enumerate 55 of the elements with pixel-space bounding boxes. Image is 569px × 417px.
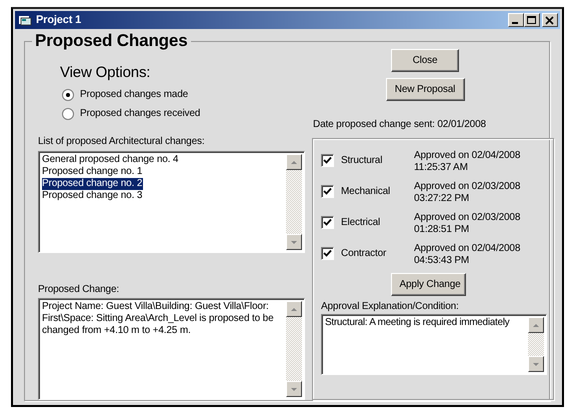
- radio-label[interactable]: Proposed changes made: [80, 88, 188, 101]
- scroll-down-button[interactable]: [286, 234, 302, 250]
- explanation-label: Approval Explanation/Condition:: [321, 301, 459, 312]
- radio-button[interactable]: [62, 108, 74, 120]
- checkbox[interactable]: [321, 185, 334, 198]
- checkbox[interactable]: [321, 216, 334, 229]
- list-item[interactable]: Proposed change no. 1: [42, 166, 144, 178]
- radio-button[interactable]: [62, 88, 74, 100]
- minimize-icon: [512, 22, 518, 24]
- approval-time: 03:27:22 PM: [414, 193, 470, 205]
- date-sent: Date proposed change sent: 02/01/2008: [313, 119, 486, 130]
- approval-status: Approved on 02/03/2008: [414, 212, 520, 224]
- window-title: Project 1: [36, 14, 82, 26]
- approval-status: Approved on 02/03/2008: [414, 181, 520, 193]
- list-item[interactable]: General proposed change no. 4: [42, 154, 180, 166]
- explanation-text: Structural: A meeting is required immediately: [325, 317, 510, 328]
- checkbox[interactable]: [321, 247, 334, 260]
- scrollbar[interactable]: [286, 154, 302, 250]
- scroll-down-button[interactable]: [528, 356, 544, 372]
- maximize-icon: [527, 16, 537, 24]
- checkbox-label[interactable]: Contractor: [341, 247, 408, 260]
- scrollbar[interactable]: [286, 301, 302, 397]
- scroll-down-button[interactable]: [286, 381, 302, 397]
- list-box[interactable]: General proposed change no. 4 Proposed change no. 1 Proposed change no. 2 Proposed change no. 3: [38, 151, 305, 253]
- new-proposal-button[interactable]: New Proposal: [386, 78, 464, 101]
- list-item[interactable]: Proposed change no. 3: [42, 190, 144, 202]
- proposed-change-label: Proposed Change:: [38, 284, 119, 295]
- scroll-up-button[interactable]: [286, 154, 302, 170]
- proposed-change-text: Project Name: Guest Villa\Building: Guest Villa\Floor: First\Space: Sitting Area\Arch_Level is proposed to be changed from +4.10 m to +4.25 m.: [42, 301, 274, 337]
- minimize-button[interactable]: [508, 13, 524, 27]
- checkbox[interactable]: [321, 154, 334, 167]
- checkbox-label[interactable]: Electrical: [341, 216, 408, 229]
- checkbox-label[interactable]: Structural: [341, 154, 408, 167]
- approval-time: 01:28:51 PM: [414, 224, 470, 236]
- approval-time: 11:25:37 AM: [414, 162, 468, 174]
- radio-label[interactable]: Proposed changes received: [80, 107, 200, 120]
- close-icon: [545, 16, 555, 24]
- apply-change-button[interactable]: Apply Change: [390, 273, 466, 296]
- maximize-button[interactable]: [524, 13, 540, 27]
- view-options-title: View Options:: [60, 64, 150, 81]
- app-icon: [18, 14, 32, 26]
- text-box[interactable]: Structural: A meeting is required immediately: [321, 314, 547, 375]
- scroll-up-button[interactable]: [528, 317, 544, 333]
- checkbox-label[interactable]: Mechanical: [341, 185, 408, 198]
- close-button[interactable]: [542, 13, 558, 27]
- list-item[interactable]: Proposed change no. 2: [42, 178, 144, 190]
- close-button[interactable]: Close: [391, 49, 459, 72]
- approval-status: Approved on 02/04/2008: [414, 150, 520, 162]
- approval-status: Approved on 02/04/2008: [414, 243, 520, 255]
- scroll-up-button[interactable]: [286, 301, 302, 317]
- section-heading: Proposed Changes: [32, 31, 191, 51]
- list-label: List of proposed Architectural changes:: [38, 136, 204, 147]
- scrollbar[interactable]: [528, 317, 544, 372]
- approval-time: 04:53:43 PM: [414, 255, 470, 267]
- text-box[interactable]: Project Name: Guest Villa\Building: Guest Villa\Floor: First\Space: Sitting Area\Arch_Level is proposed to be changed from +4.10 m to +4.25 m.: [38, 298, 305, 400]
